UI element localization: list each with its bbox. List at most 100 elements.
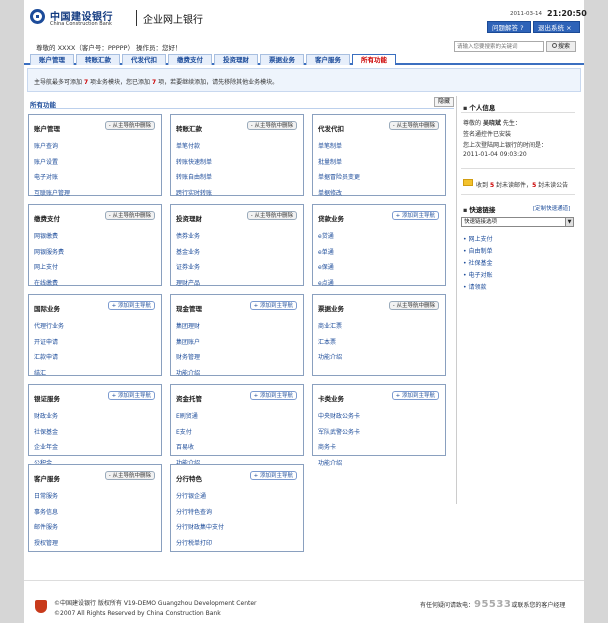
quick-link-item[interactable]: • 电子对账 xyxy=(463,270,492,279)
function-link[interactable]: e保通 xyxy=(318,262,334,278)
function-link[interactable]: 授权管理 xyxy=(34,538,58,554)
tab-account[interactable]: 账户管理 xyxy=(30,54,74,65)
function-link[interactable]: 单据修改 xyxy=(318,188,360,204)
function-link[interactable]: 汇款申请 xyxy=(34,352,64,368)
function-link[interactable]: 网上支付 xyxy=(34,262,64,278)
remove-from-nav-button[interactable]: - 从主导航中删除 xyxy=(104,121,155,130)
function-link[interactable]: 功能介绍 xyxy=(176,368,200,384)
function-link[interactable]: 单笔制单 xyxy=(318,141,360,157)
add-to-nav-button[interactable]: + 添加到主导航 xyxy=(249,391,297,400)
function-link[interactable]: 集团账户 xyxy=(176,337,200,353)
function-link[interactable]: 单据冒险员变更 xyxy=(318,172,360,188)
function-link[interactable]: 代理行业务 xyxy=(34,321,64,337)
function-link[interactable]: 功能介绍 xyxy=(318,352,342,368)
function-link[interactable]: 分行银企通 xyxy=(176,491,224,507)
tab-all-functions[interactable]: 所有功能 xyxy=(352,54,396,65)
tab-investment[interactable]: 投资理财 xyxy=(214,54,258,65)
function-link[interactable]: 理财产品 xyxy=(176,278,200,294)
function-link[interactable]: e单通 xyxy=(318,247,334,263)
function-link[interactable]: 网银缴费 xyxy=(34,231,64,247)
quick-link-item[interactable]: • 自由制单 xyxy=(463,246,492,255)
search-input[interactable] xyxy=(454,41,544,52)
function-link[interactable]: 集团理财 xyxy=(176,321,200,337)
exit-button[interactable]: 退出系统 × xyxy=(533,21,580,33)
add-to-nav-button[interactable]: + 添加到主导航 xyxy=(107,391,155,400)
footer-rights: ©2007 All Rights Reserved by China Const… xyxy=(54,610,221,617)
function-link[interactable]: 证券业务 xyxy=(176,262,200,278)
notice-added: 7 xyxy=(151,79,157,86)
remove-from-nav-button[interactable]: - 从主导航中删除 xyxy=(104,471,155,480)
function-link[interactable]: 财政业务 xyxy=(34,411,58,427)
function-link[interactable]: 财务管理 xyxy=(176,352,200,368)
quick-link-item[interactable]: • 请领款 xyxy=(463,282,486,291)
function-link[interactable]: 企业年金 xyxy=(34,442,58,458)
add-to-nav-button[interactable]: + 添加到主导航 xyxy=(249,471,297,480)
function-link[interactable]: 邮件服务 xyxy=(34,522,58,538)
function-link[interactable]: 军队武警公务卡 xyxy=(318,427,360,443)
add-to-nav-button[interactable]: + 添加到主导航 xyxy=(391,211,439,220)
function-link[interactable]: 分行税单打印 xyxy=(176,538,224,554)
function-link[interactable]: 基金业务 xyxy=(176,247,200,263)
remove-from-nav-button[interactable]: - 从主导航中删除 xyxy=(246,211,297,220)
function-link[interactable]: e点通 xyxy=(318,278,334,294)
section-divider xyxy=(30,108,454,109)
tab-bills[interactable]: 票据业务 xyxy=(260,54,304,65)
function-box-title: 资金托管 xyxy=(176,395,202,403)
function-link[interactable]: 转账自由制单 xyxy=(176,172,212,188)
function-link[interactable]: 汇本票 xyxy=(318,337,342,353)
function-box-title: 卡类业务 xyxy=(318,395,344,403)
quick-link-item[interactable]: • 社保基金 xyxy=(463,258,492,267)
search-button-label: 搜索 xyxy=(557,43,570,50)
function-link[interactable]: 功能介绍 xyxy=(318,458,360,474)
function-link[interactable]: 批量制单 xyxy=(318,157,360,173)
function-item-list: 单笔付款 转账快速制单 转账自由制单 跨行实时转账 xyxy=(176,141,212,203)
function-link[interactable]: 百易收 xyxy=(176,442,200,458)
function-link[interactable]: 事务信息 xyxy=(34,507,58,523)
remove-from-nav-button[interactable]: - 从主导航中删除 xyxy=(246,121,297,130)
function-link[interactable]: 债券业务 xyxy=(176,231,200,247)
function-link[interactable]: 网银服务费 xyxy=(34,247,64,263)
search-button[interactable]: 搜索 xyxy=(546,41,576,52)
add-to-nav-button[interactable]: + 添加到主导航 xyxy=(391,391,439,400)
sidebar: 个人信息 尊敬的 吴晓斌 先生： 签名通控件已安装 您上次登陆网上银行的时间是：… xyxy=(456,96,578,504)
function-link[interactable]: 结汇 xyxy=(34,368,64,384)
add-to-nav-button[interactable]: + 添加到主导航 xyxy=(107,301,155,310)
function-link[interactable]: 开证申请 xyxy=(34,337,64,353)
tab-service[interactable]: 客户服务 xyxy=(306,54,350,65)
tab-payroll[interactable]: 代发代扣 xyxy=(122,54,166,65)
user-salute: 尊敬的 吴晓斌 先生： xyxy=(463,118,521,127)
function-link[interactable]: 跨行实时转账 xyxy=(176,188,212,204)
function-link[interactable]: 转账快速制单 xyxy=(176,157,212,173)
function-link[interactable]: 账户查询 xyxy=(34,141,70,157)
function-link[interactable]: 互联账户管理 xyxy=(34,188,70,204)
hide-button[interactable]: 隐藏 xyxy=(434,97,454,107)
function-link[interactable]: 账户设置 xyxy=(34,157,70,173)
mail-summary[interactable]: 收到 5 封未读邮件，5 封未读公告 xyxy=(476,180,568,189)
function-link[interactable]: 商务卡 xyxy=(318,442,360,458)
function-link[interactable]: 分行特色查询 xyxy=(176,507,224,523)
customize-quick-link[interactable]: [定制快速通道] xyxy=(533,204,570,212)
quick-link-select[interactable]: 快速链接选项 ▼ xyxy=(461,217,574,227)
function-link[interactable]: 社保基金 xyxy=(34,427,58,443)
remove-from-nav-button[interactable]: - 从主导航中删除 xyxy=(388,121,439,130)
help-button[interactable]: 问题解答 ? xyxy=(487,21,531,33)
function-link[interactable]: 商业汇票 xyxy=(318,321,342,337)
add-to-nav-button[interactable]: + 添加到主导航 xyxy=(249,301,297,310)
function-link[interactable]: 电子对账 xyxy=(34,172,70,188)
function-link[interactable]: 分行财政集中支付 xyxy=(176,522,224,538)
quick-link-item[interactable]: • 网上支付 xyxy=(463,234,492,243)
tab-transfer[interactable]: 转账汇款 xyxy=(76,54,120,65)
user-name: 吴晓斌 xyxy=(482,120,501,127)
function-link[interactable]: 在线缴费 xyxy=(34,278,64,294)
function-link[interactable]: 日常服务 xyxy=(34,491,58,507)
function-link[interactable]: e贷通 xyxy=(318,231,334,247)
function-link[interactable]: E支付 xyxy=(176,427,200,443)
function-link[interactable]: E刷贸通 xyxy=(176,411,200,427)
function-box-title: 现金管理 xyxy=(176,305,202,313)
function-box: 国际业务 + 添加到主导航 代理行业务 开证申请 汇款申请 结汇 xyxy=(28,294,162,377)
remove-from-nav-button[interactable]: - 从主导航中删除 xyxy=(104,211,155,220)
function-link[interactable]: 单笔付款 xyxy=(176,141,212,157)
remove-from-nav-button[interactable]: - 从主导航中删除 xyxy=(388,301,439,310)
function-link[interactable]: 中央财政公务卡 xyxy=(318,411,360,427)
tab-payment[interactable]: 缴费支付 xyxy=(168,54,212,65)
